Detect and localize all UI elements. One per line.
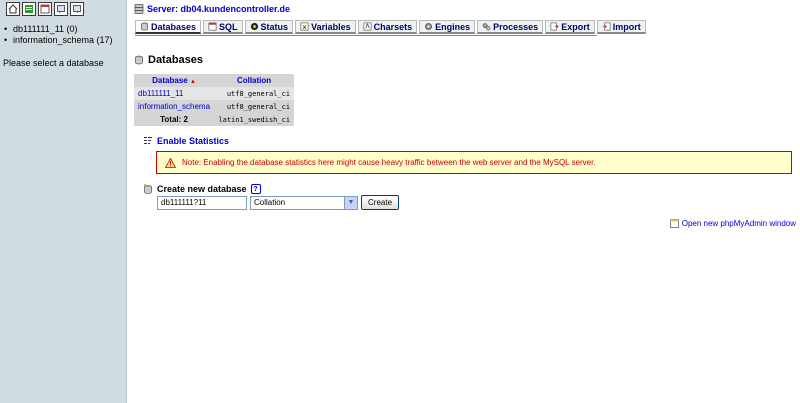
server-label[interactable]: Server: db04.kundencontroller.de — [147, 4, 290, 14]
tab-label: Variables — [311, 21, 351, 32]
home-icon[interactable] — [6, 2, 20, 16]
column-header-database[interactable]: Database ▲ — [134, 74, 215, 87]
tab-variables[interactable]: x Variables — [295, 20, 356, 34]
new-window-link[interactable]: Open new phpMyAdmin window — [669, 219, 796, 228]
tab-engines[interactable]: Engines — [419, 20, 476, 34]
server-breadcrumb[interactable]: Server: db04.kundencontroller.de — [134, 4, 290, 14]
tab-label: Engines — [435, 21, 471, 32]
tab-label: Processes — [493, 21, 539, 32]
total-count: Total: 2 — [134, 113, 215, 126]
create-database-form: Collation ▼ Create — [157, 195, 400, 210]
tab-label: Databases — [151, 21, 197, 32]
databases-table: Database ▲ Collation db111111_11 utf8_ge… — [134, 74, 295, 126]
database-icon — [141, 22, 148, 31]
tab-databases[interactable]: Databases — [135, 20, 202, 34]
sql-icon[interactable] — [38, 2, 52, 16]
database-name-input[interactable] — [157, 195, 247, 210]
help-icon[interactable]: ? — [250, 184, 261, 194]
create-database-label: Create new database — [157, 184, 247, 194]
status-icon — [250, 22, 258, 31]
tab-status[interactable]: Status — [244, 20, 294, 34]
database-link[interactable]: information_schema — [134, 100, 215, 113]
tab-label: Import — [612, 21, 641, 32]
enable-statistics-label[interactable]: Enable Statistics — [157, 136, 229, 146]
tab-label: Export — [561, 21, 590, 32]
database-list: • db111111_11 (0) • information_schema (17… — [4, 24, 113, 46]
column-header-collation[interactable]: Collation — [214, 74, 295, 87]
processes-icon — [482, 23, 491, 31]
server-icon — [134, 4, 144, 14]
table-row: information_schema utf8_general_ci — [134, 100, 295, 113]
statistics-icon — [144, 137, 152, 144]
collation-cell: utf8_general_ci — [214, 87, 295, 100]
import-icon — [602, 22, 611, 31]
total-collation: latin1_swedish_ci — [214, 113, 295, 126]
tab-processes[interactable]: Processes — [477, 20, 544, 34]
tab-label: Status — [260, 21, 289, 32]
collation-selected-value: Collation — [254, 198, 286, 207]
new-window-icon — [669, 219, 679, 228]
warning-icon — [165, 157, 176, 168]
database-list-item[interactable]: • db111111_11 (0) — [4, 24, 113, 35]
database-link[interactable]: db111111_11 (0) — [13, 24, 78, 34]
page-title-text: Databases — [148, 54, 204, 66]
create-button[interactable]: Create — [361, 195, 400, 210]
warning-text: Note: Enabling the database statistics h… — [182, 158, 596, 167]
main-frame: Server: db04.kundencontroller.de Databas… — [127, 0, 800, 403]
chevron-down-icon[interactable]: ▼ — [344, 196, 357, 209]
engines-icon — [425, 23, 433, 30]
charsets-icon — [363, 22, 371, 31]
navigation-frame: • db111111_11 (0) • information_schema (17… — [0, 0, 127, 403]
tab-bar: Databases SQL Status x Variables Charset… — [135, 20, 646, 34]
tab-import[interactable]: Import — [596, 20, 646, 34]
new-window-label[interactable]: Open new phpMyAdmin window — [682, 219, 796, 228]
page-title: Databases — [134, 54, 203, 66]
help-icon[interactable] — [70, 2, 84, 16]
svg-text:x: x — [303, 24, 307, 31]
database-icon — [135, 55, 143, 65]
new-database-icon — [144, 184, 152, 194]
collation-select[interactable]: Collation ▼ — [250, 195, 358, 210]
collation-cell: utf8_general_ci — [214, 100, 295, 113]
tab-label: Charsets — [373, 21, 413, 32]
nav-icon-bar — [6, 2, 84, 16]
table-row: db111111_11 utf8_general_ci — [134, 87, 295, 100]
select-database-hint: Please select a database — [3, 58, 104, 68]
variables-icon: x — [300, 22, 309, 31]
tab-sql[interactable]: SQL — [203, 20, 243, 34]
database-list-item[interactable]: • information_schema (17) — [4, 35, 113, 46]
docs-icon[interactable] — [54, 2, 68, 16]
export-icon — [550, 22, 559, 31]
table-total-row: Total: 2 latin1_swedish_ci — [134, 113, 295, 126]
database-link[interactable]: information_schema (17) — [13, 35, 113, 45]
database-link[interactable]: db111111_11 — [134, 87, 215, 100]
tab-export[interactable]: Export — [545, 20, 595, 34]
table-header-row: Database ▲ Collation — [134, 74, 295, 87]
sort-ascending-icon: ▲ — [189, 79, 196, 85]
query-window-icon[interactable] — [22, 2, 36, 16]
sql-icon — [208, 22, 217, 31]
tab-bar-divider — [135, 35, 597, 36]
tab-charsets[interactable]: Charsets — [357, 20, 418, 34]
tab-label: SQL — [219, 21, 238, 32]
create-database-heading: Create new database ? — [143, 184, 261, 194]
statistics-warning: Note: Enabling the database statistics h… — [156, 151, 792, 174]
enable-statistics-link[interactable]: Enable Statistics — [143, 136, 229, 146]
